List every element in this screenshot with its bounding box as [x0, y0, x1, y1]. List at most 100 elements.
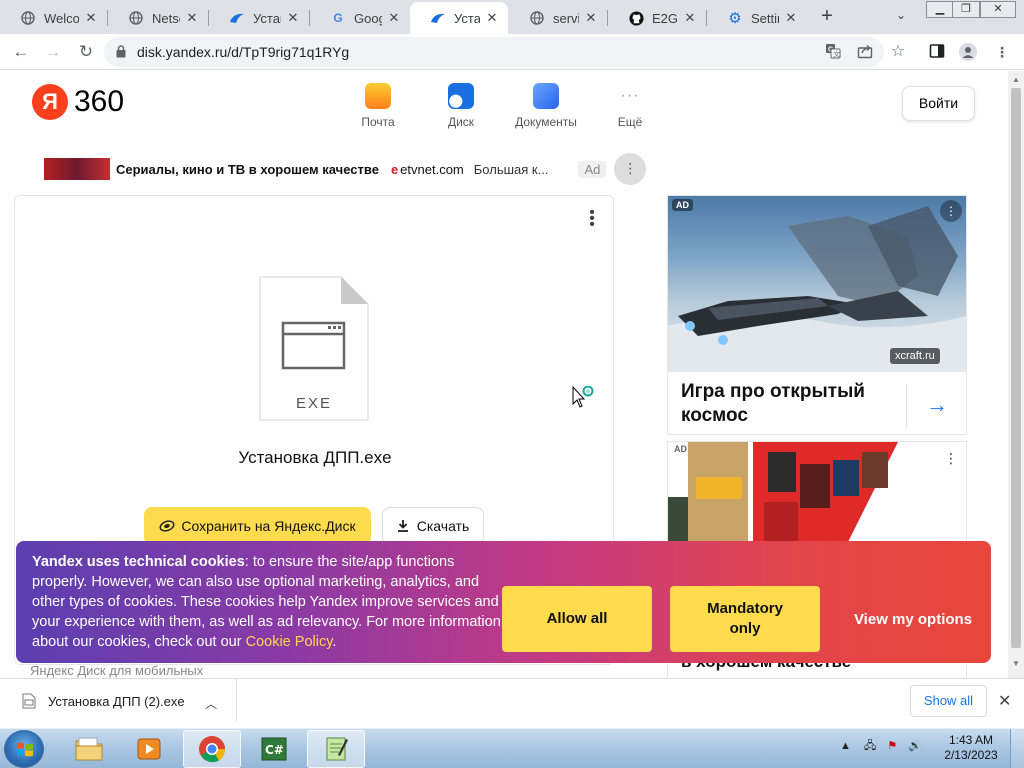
cookie-period: . — [332, 634, 337, 650]
file-extension-label: EXE — [295, 395, 332, 412]
tab-netscaler[interactable]: Netsca ✕ — [108, 2, 208, 34]
close-icon[interactable]: ✕ — [583, 10, 599, 26]
tab-google[interactable]: G Google ✕ — [310, 2, 410, 34]
top-ad-banner[interactable]: Сериалы, кино и ТВ в хорошем качестве e … — [44, 153, 664, 185]
cookie-policy-link[interactable]: Cookie Policy — [246, 634, 333, 650]
ad-menu-icon[interactable]: ⋮ — [944, 450, 958, 467]
service-disk[interactable]: Диск — [441, 83, 481, 129]
kebab-menu-icon[interactable]: ⋮ — [993, 43, 1011, 61]
tray-expand-icon[interactable]: ▲ — [840, 740, 851, 752]
taskbar-media-player[interactable] — [120, 730, 178, 768]
reload-button[interactable]: ↻ — [75, 41, 97, 63]
tab-settings[interactable]: ⚙ Setting ✕ — [707, 2, 807, 34]
service-label: Диск — [447, 115, 475, 129]
new-tab-button[interactable]: + — [817, 6, 837, 26]
close-icon[interactable]: ✕ — [184, 10, 200, 26]
taskbar-notepadpp[interactable] — [307, 730, 365, 768]
scroll-down-arrow-icon[interactable]: ▼ — [1012, 659, 1020, 668]
cookie-banner: Yandex uses technical cookies: to ensure… — [16, 541, 991, 663]
more-dots-icon: ··· — [620, 87, 640, 104]
tab-welcome[interactable]: Welco ✕ — [0, 2, 107, 34]
allow-all-button[interactable]: Allow all — [502, 586, 652, 652]
ad-more-icon[interactable]: ⋮ — [614, 153, 647, 185]
scrollbar-thumb[interactable] — [1011, 88, 1021, 648]
close-icon[interactable]: ✕ — [783, 10, 799, 26]
taskbar-explorer[interactable] — [60, 730, 118, 768]
close-icon[interactable]: ✕ — [83, 10, 99, 26]
service-label: Почта — [361, 115, 395, 129]
github-icon — [628, 10, 644, 26]
logo-text: 360 — [74, 85, 125, 118]
chevron-down-icon[interactable]: ⌄ — [896, 8, 906, 22]
close-icon[interactable]: ✕ — [484, 10, 500, 26]
back-button[interactable]: ← — [10, 41, 32, 63]
yandex-360-logo[interactable]: Я 360 — [32, 84, 124, 120]
ad-image: AD ⋮ xcraft.ru — [668, 196, 966, 372]
disk-icon — [448, 83, 474, 109]
side-panel-icon[interactable] — [928, 43, 946, 61]
close-icon[interactable]: ✕ — [285, 10, 301, 26]
ad-badge: AD — [674, 444, 687, 454]
forward-button[interactable]: → — [42, 41, 64, 63]
clock-date: 2/13/2023 — [944, 748, 998, 762]
tab-e2guardian[interactable]: E2Gua ✕ — [608, 2, 706, 34]
service-more[interactable]: ··· Ещё — [610, 83, 650, 129]
translate-icon[interactable]: G文 — [824, 43, 842, 61]
volume-icon[interactable]: 🔊 — [908, 740, 922, 752]
save-to-disk-button[interactable]: Сохранить на Яндекс.Диск — [144, 507, 371, 545]
service-label: Документы — [515, 115, 577, 129]
lock-icon[interactable] — [116, 45, 126, 58]
star-icon[interactable]: ☆ — [889, 43, 907, 61]
profile-icon[interactable] — [959, 43, 977, 61]
close-icon[interactable]: ✕ — [998, 691, 1011, 711]
csharp-icon: C# — [261, 737, 287, 761]
close-icon[interactable]: ✕ — [682, 10, 698, 26]
show-desktop-button[interactable] — [1010, 729, 1024, 768]
arrow-right-icon[interactable]: → — [926, 392, 948, 418]
taskbar-csharp-app[interactable]: C# — [245, 730, 303, 768]
minimize-button[interactable]: ▁ — [926, 1, 954, 18]
mouse-cursor-icon — [572, 385, 602, 415]
action-center-icon[interactable]: ⚑ — [887, 740, 897, 752]
service-documents[interactable]: Документы — [510, 83, 582, 129]
close-window-button[interactable]: ✕ — [980, 1, 1016, 18]
clock[interactable]: 1:43 AM 2/13/2023 — [944, 733, 998, 763]
tab-service[interactable]: service ✕ — [509, 2, 607, 34]
download-button[interactable]: Скачать — [382, 507, 484, 545]
start-button[interactable] — [4, 730, 44, 768]
chevron-up-icon[interactable]: ︿ — [205, 695, 217, 712]
mandatory-only-button[interactable]: Mandatory only — [670, 586, 820, 652]
tab-strip: Welco ✕ Netsca ✕ Устано ✕ G Google ✕ Уст… — [0, 0, 1024, 34]
media-player-icon — [137, 738, 161, 760]
chrome-icon — [199, 736, 226, 763]
service-mail[interactable]: Почта — [358, 83, 398, 129]
login-button[interactable]: Войти — [902, 86, 975, 121]
ad-divider — [906, 384, 907, 429]
folder-icon — [75, 737, 103, 761]
tab-label: Netsca — [152, 10, 180, 26]
page-scrollbar[interactable]: ▲ ▼ — [1008, 71, 1024, 678]
taskbar-chrome[interactable] — [183, 730, 241, 768]
close-icon[interactable]: ✕ — [386, 10, 402, 26]
url-text: disk.yandex.ru/d/TpT9rig71q1RYg — [137, 44, 350, 60]
scroll-up-arrow-icon[interactable]: ▲ — [1012, 75, 1020, 84]
address-bar[interactable]: disk.yandex.ru/d/TpT9rig71q1RYg — [104, 37, 884, 67]
gear-icon: ⚙ — [728, 10, 742, 27]
ad-menu-icon[interactable]: ⋮ — [940, 200, 962, 222]
share-icon[interactable] — [856, 43, 874, 61]
show-all-button[interactable]: Show all — [910, 685, 987, 717]
tab-ustanovka-1[interactable]: Устано ✕ — [209, 2, 309, 34]
cookie-heading: Yandex uses technical cookies — [32, 554, 245, 570]
file-menu-icon[interactable]: • • • — [587, 205, 597, 233]
view-options-button[interactable]: View my options — [838, 586, 988, 652]
ad-thumbnail — [44, 158, 110, 180]
google-icon: G — [333, 11, 343, 25]
network-icon[interactable]: 🖧 — [864, 740, 876, 752]
tab-ustanovka-active[interactable]: Устано ✕ — [410, 2, 508, 34]
ad-card-space-game[interactable]: AD ⋮ xcraft.ru Игра про открытый космос … — [667, 195, 967, 435]
download-item[interactable]: Установка ДПП (2).exe — [22, 693, 185, 709]
download-label: Скачать — [416, 518, 470, 534]
restore-button[interactable]: ❐ — [952, 1, 980, 18]
tab-label: Setting — [751, 10, 779, 26]
system-tray: ▲ 🖧 ⚑ 🔊 — [840, 737, 922, 756]
